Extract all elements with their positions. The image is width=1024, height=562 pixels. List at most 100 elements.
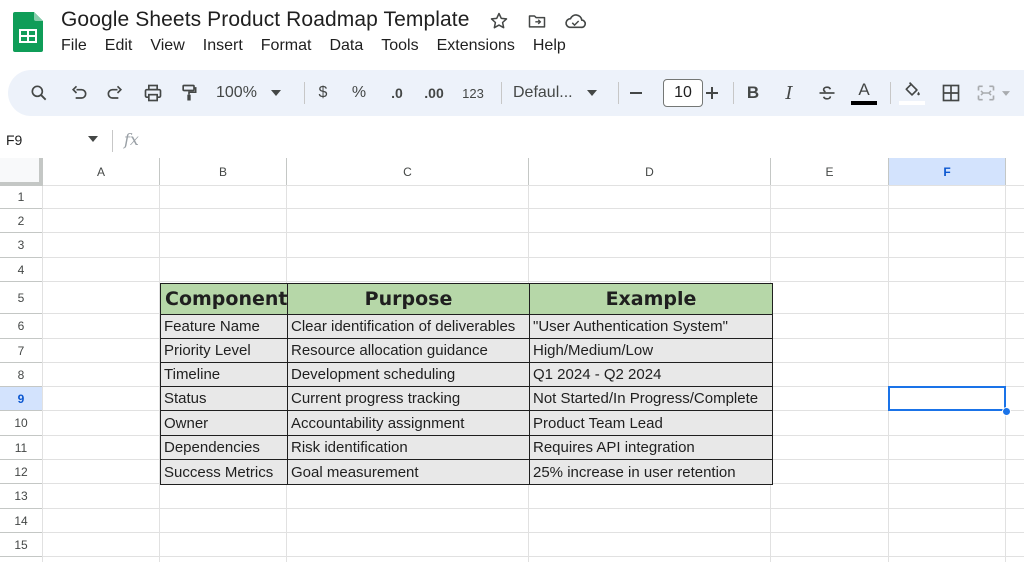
table-cell[interactable]: Not Started/In Progress/Complete [529,386,773,411]
borders-icon[interactable] [938,70,964,116]
menu-data[interactable]: Data [329,37,363,55]
formula-input[interactable] [155,130,1015,152]
star-icon[interactable] [486,10,512,32]
percent-label: % [351,84,367,101]
undo-icon[interactable] [66,70,92,116]
column-header-d[interactable]: D [529,158,771,186]
row-header-2[interactable]: 2 [0,209,43,233]
table-cell[interactable]: Clear identification of deliverables [287,314,530,339]
column-header-b[interactable]: B [160,158,287,186]
fill-color-icon[interactable] [898,70,926,116]
font-size-input[interactable]: 10 [663,79,703,107]
minus-icon[interactable] [625,70,647,116]
decrease-decimal-button[interactable]: .0 [384,70,410,116]
row-header-4[interactable]: 4 [0,258,43,282]
text-color-bar [851,101,877,105]
menu-insert[interactable]: Insert [203,37,243,55]
zoom-select[interactable]: 100% [216,70,296,116]
app-header: Google Sheets Product Roadmap Template F… [0,0,1024,66]
table-cell[interactable]: Requires API integration [529,435,773,460]
table-cell[interactable]: High/Medium/Low [529,338,773,363]
fill-handle[interactable] [1002,407,1011,416]
table-cell[interactable]: 25% increase in user retention [529,459,773,485]
decrease-decimal-label: .0 [391,85,403,101]
row-header-10[interactable]: 10 [0,411,43,436]
row-header-14[interactable]: 14 [0,509,43,533]
column-header-c[interactable]: C [287,158,529,186]
row-header-6[interactable]: 6 [0,314,43,339]
increase-decimal-label: .00 [424,85,444,101]
table-header-component[interactable]: Component [160,283,288,315]
row-header-1[interactable]: 1 [0,186,43,209]
table-cell[interactable]: Priority Level [160,338,288,363]
menu-edit[interactable]: Edit [105,37,133,55]
row-header-9[interactable]: 9 [0,387,43,411]
name-box[interactable]: F9 [6,132,22,148]
percent-format-button[interactable]: % [348,70,370,116]
currency-format-button[interactable]: $ [312,70,334,116]
menu-help[interactable]: Help [533,37,566,55]
text-color-button[interactable]: A [850,70,878,116]
spreadsheet-grid[interactable]: ABCDEF 1 2 3 4 5 6 7 8 9 10 11 12 13 14 15 Component Pu… [0,158,1024,562]
paint-format-icon[interactable] [176,70,202,116]
move-to-folder-icon[interactable] [524,10,550,32]
chevron-down-icon[interactable] [88,136,98,142]
italic-button[interactable]: I [778,70,800,116]
table-cell[interactable]: Success Metrics [160,459,288,485]
text-color-label: A [858,80,870,99]
table-cell[interactable]: "User Authentication System" [529,314,773,339]
chevron-down-icon [586,90,597,96]
table-cell[interactable]: Product Team Lead [529,410,773,436]
table-cell[interactable]: Risk identification [287,435,530,460]
row-header-7[interactable]: 7 [0,339,43,363]
table-cell[interactable]: Current progress tracking [287,386,530,411]
selected-cell[interactable] [888,386,1006,411]
cloud-saved-icon[interactable] [562,10,588,32]
font-family-value: Defaul... [513,84,573,101]
chevron-down-icon [270,90,281,96]
increase-decimal-button[interactable]: .00 [421,70,447,116]
menu-tools[interactable]: Tools [381,37,418,55]
table-header-example[interactable]: Example [529,283,773,315]
column-header-f[interactable]: F [889,158,1006,186]
row-header-15[interactable]: 15 [0,533,43,557]
table-cell[interactable]: Goal measurement [287,459,530,485]
table-cell[interactable]: Development scheduling [287,362,530,387]
sheets-logo-icon[interactable] [13,12,43,52]
column-header-next[interactable] [1006,158,1024,186]
font-family-select[interactable]: Defaul... [513,70,608,116]
menu-format[interactable]: Format [261,37,312,55]
menu-extensions[interactable]: Extensions [437,37,515,55]
table-cell[interactable]: Accountability assignment [287,410,530,436]
number-format-label: 123 [462,85,484,101]
print-icon[interactable] [140,70,166,116]
table-cell[interactable]: Status [160,386,288,411]
number-format-button[interactable]: 123 [458,70,488,116]
fx-icon: fx [124,130,139,149]
table-header-purpose[interactable]: Purpose [287,283,530,315]
column-header-a[interactable]: A [43,158,160,186]
menu-view[interactable]: View [150,37,184,55]
select-all-corner[interactable] [0,158,43,186]
row-header-5[interactable]: 5 [0,282,43,314]
table-cell[interactable]: Dependencies [160,435,288,460]
table-cell[interactable]: Resource allocation guidance [287,338,530,363]
row-header-12[interactable]: 12 [0,460,43,484]
merge-cells-icon[interactable] [976,70,1020,116]
redo-icon[interactable] [102,70,128,116]
menu-file[interactable]: File [61,37,87,55]
table-cell[interactable]: Timeline [160,362,288,387]
row-header-3[interactable]: 3 [0,233,43,258]
row-header-13[interactable]: 13 [0,484,43,509]
plus-icon[interactable] [701,70,723,116]
column-header-e[interactable]: E [771,158,889,186]
bold-button[interactable]: B [742,70,764,116]
search-icon[interactable] [26,70,52,116]
document-title[interactable]: Google Sheets Product Roadmap Template [61,8,470,32]
table-cell[interactable]: Q1 2024 - Q2 2024 [529,362,773,387]
strikethrough-icon[interactable] [814,70,840,116]
row-header-11[interactable]: 11 [0,436,43,460]
table-cell[interactable]: Feature Name [160,314,288,339]
row-header-8[interactable]: 8 [0,363,43,387]
table-cell[interactable]: Owner [160,410,288,436]
